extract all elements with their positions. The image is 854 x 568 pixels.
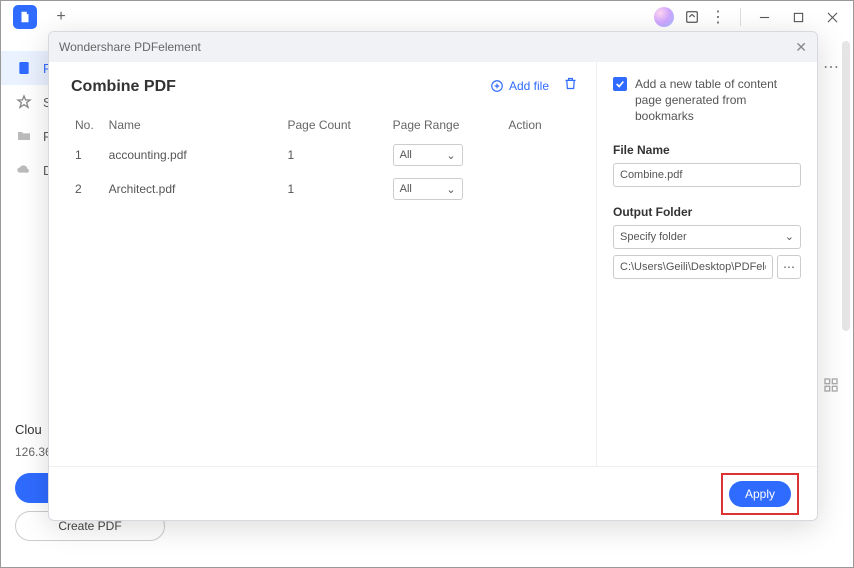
file-table: No. Name Page Count Page Range Action 1a… <box>71 112 578 206</box>
add-file-button[interactable]: Add file <box>490 79 549 93</box>
toc-checkbox-label: Add a new table of content page generate… <box>635 76 801 125</box>
cell-no: 1 <box>71 138 105 172</box>
col-name: Name <box>105 112 284 138</box>
page-range-select[interactable]: All⌄ <box>393 178 463 200</box>
chevron-down-icon: ⌄ <box>446 149 455 162</box>
col-no: No. <box>71 112 105 138</box>
page-range-select[interactable]: All⌄ <box>393 144 463 166</box>
delete-button[interactable] <box>563 76 578 96</box>
cell-page-count: 1 <box>283 138 388 172</box>
col-page-count: Page Count <box>283 112 388 138</box>
apply-button[interactable]: Apply <box>729 481 791 507</box>
apply-highlight-box: Apply <box>721 473 799 515</box>
output-folder-label: Output Folder <box>613 205 801 219</box>
output-folder-value: Specify folder <box>620 231 687 243</box>
table-row[interactable]: 1accounting.pdf1All⌄ <box>71 138 578 172</box>
browse-button[interactable]: ⋯ <box>777 255 801 279</box>
chevron-down-icon: ⌄ <box>446 183 455 196</box>
combine-pdf-dialog: Wondershare PDFelement ✕ Combine PDF Add… <box>48 31 818 521</box>
file-name-input[interactable] <box>613 163 801 187</box>
file-name-label: File Name <box>613 143 801 157</box>
close-dialog-button[interactable]: ✕ <box>795 39 807 56</box>
cell-no: 2 <box>71 172 105 206</box>
table-row[interactable]: 2Architect.pdf1All⌄ <box>71 172 578 206</box>
output-path-input[interactable] <box>613 255 773 279</box>
add-file-label: Add file <box>509 79 549 93</box>
cell-name: accounting.pdf <box>105 138 284 172</box>
cell-name: Architect.pdf <box>105 172 284 206</box>
cell-page-count: 1 <box>283 172 388 206</box>
output-folder-select[interactable]: Specify folder ⌄ <box>613 225 801 249</box>
col-page-range: Page Range <box>389 112 505 138</box>
dialog-title: Wondershare PDFelement <box>59 40 201 54</box>
plus-circle-icon <box>490 79 504 93</box>
col-action: Action <box>504 112 578 138</box>
chevron-down-icon: ⌄ <box>785 230 794 243</box>
dialog-titlebar: Wondershare PDFelement ✕ <box>49 32 817 62</box>
toc-checkbox[interactable] <box>613 77 627 91</box>
